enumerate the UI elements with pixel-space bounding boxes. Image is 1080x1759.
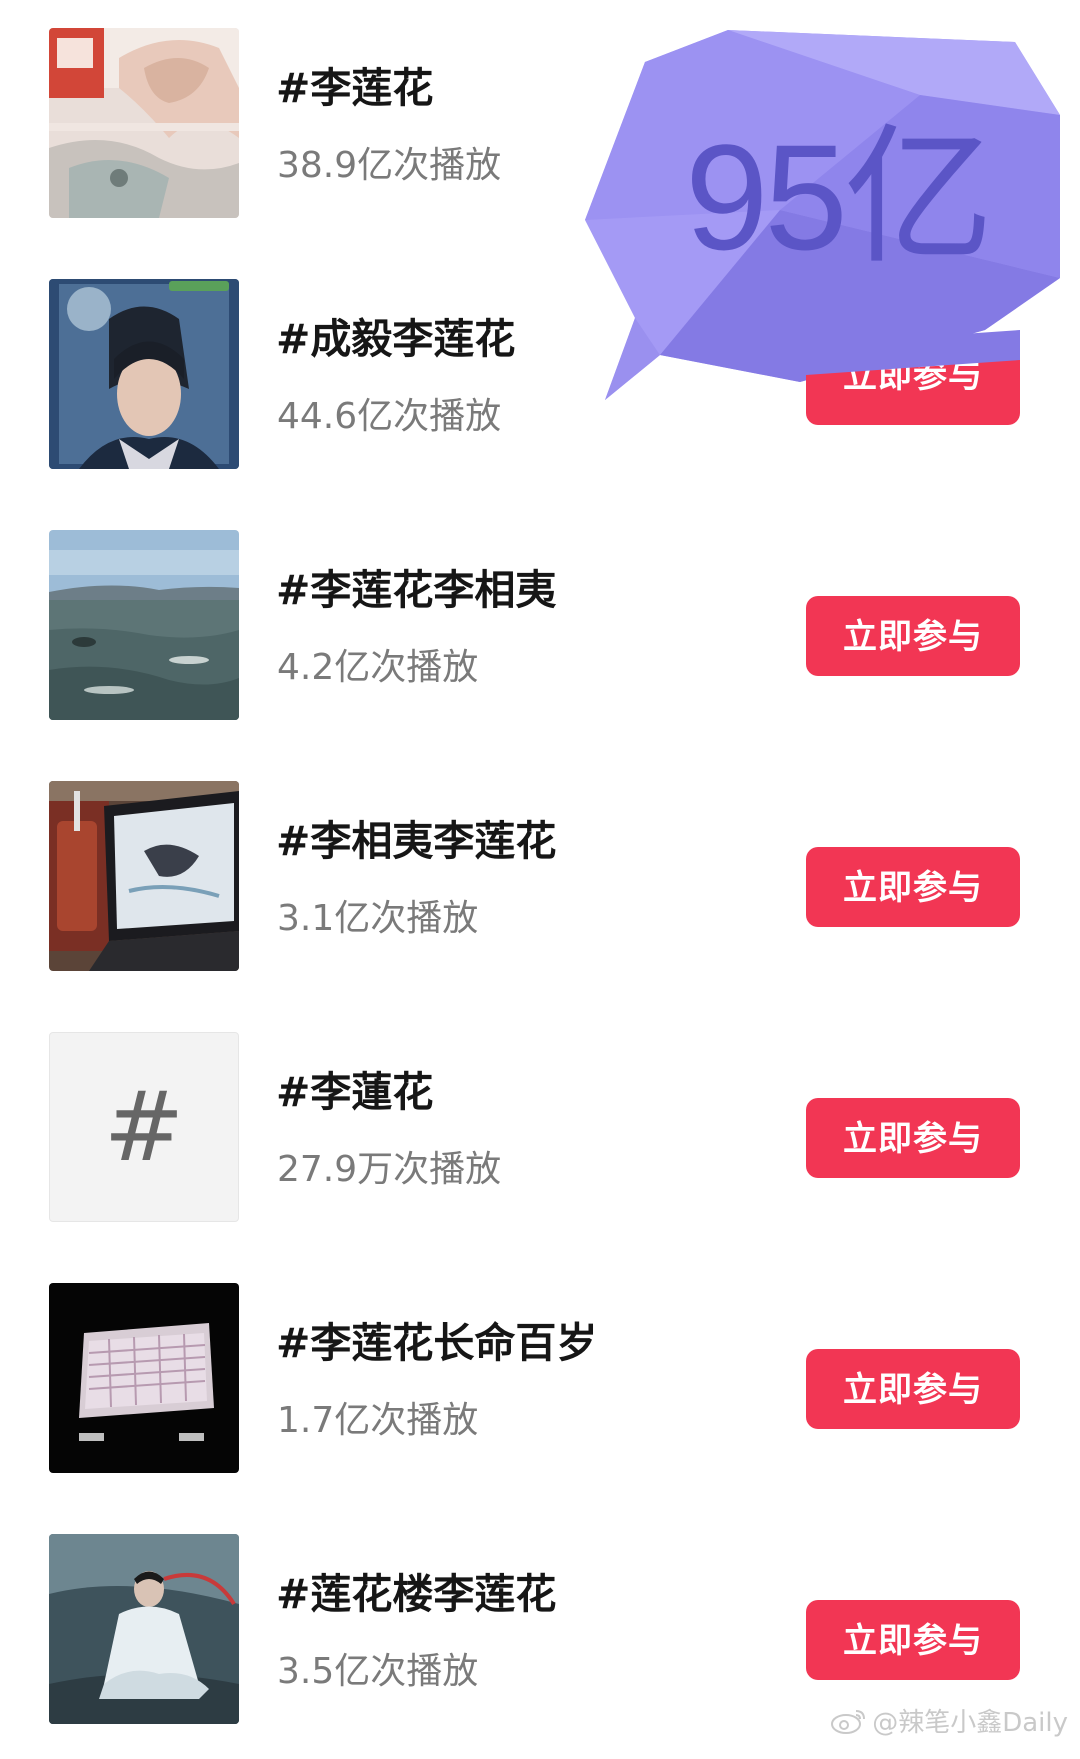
topic-title: #李莲花: [276, 64, 434, 112]
topic-title: #李莲花长命百岁: [276, 1319, 598, 1367]
play-count: 1.7亿次播放: [277, 1400, 479, 1441]
partially-covered-join-button[interactable]: 立即参与: [806, 345, 1020, 416]
join-button[interactable]: 立即参与: [806, 1098, 1020, 1178]
watermark: @辣笔小鑫Daily: [830, 1702, 1068, 1739]
watermark-text: @辣笔小鑫Daily: [872, 1708, 1068, 1738]
play-count: 27.9万次播放: [277, 1149, 502, 1190]
topic-thumbnail: [49, 530, 239, 720]
list-item[interactable]: #李相夷李莲花 3.1亿次播放 立即参与: [0, 753, 1080, 1004]
list-item[interactable]: # #李蓮花 27.9万次播放 立即参与: [0, 1004, 1080, 1255]
topic-list-page: #李莲花 38.9亿次播放 #成毅李莲花 44.6亿次播放 #李莲花李相夷 4.…: [0, 0, 1080, 1759]
list-item[interactable]: #李莲花李相夷 4.2亿次播放 立即参与: [0, 502, 1080, 753]
join-button[interactable]: 立即参与: [806, 1600, 1020, 1680]
play-count: 44.6亿次播放: [277, 396, 502, 437]
weibo-icon: [830, 1707, 868, 1735]
join-button[interactable]: 立即参与: [806, 847, 1020, 927]
topic-title: #李莲花李相夷: [276, 566, 557, 614]
topic-thumbnail: [49, 28, 239, 218]
topic-title: #李相夷李莲花: [276, 817, 557, 865]
list-item[interactable]: #李莲花长命百岁 1.7亿次播放 立即参与: [0, 1255, 1080, 1506]
play-count: 4.2亿次播放: [277, 647, 479, 688]
topic-title: #莲花楼李莲花: [276, 1570, 557, 1618]
hashtag-placeholder-thumbnail: #: [49, 1032, 239, 1222]
topic-title: #李蓮花: [276, 1068, 434, 1116]
hashtag-icon: #: [103, 1071, 185, 1183]
topic-thumbnail: [49, 1534, 239, 1724]
join-button-label: 立即参与: [806, 345, 1020, 416]
topic-thumbnail: [49, 781, 239, 971]
topic-title: #成毅李莲花: [276, 315, 516, 363]
join-button[interactable]: 立即参与: [806, 596, 1020, 676]
join-button[interactable]: 立即参与: [806, 1349, 1020, 1429]
play-count: 3.1亿次播放: [277, 898, 479, 939]
topic-thumbnail: [49, 279, 239, 469]
list-item[interactable]: #李莲花 38.9亿次播放: [0, 0, 1080, 251]
play-count: 3.5亿次播放: [277, 1651, 479, 1692]
topic-thumbnail: [49, 1283, 239, 1473]
play-count: 38.9亿次播放: [277, 145, 502, 186]
